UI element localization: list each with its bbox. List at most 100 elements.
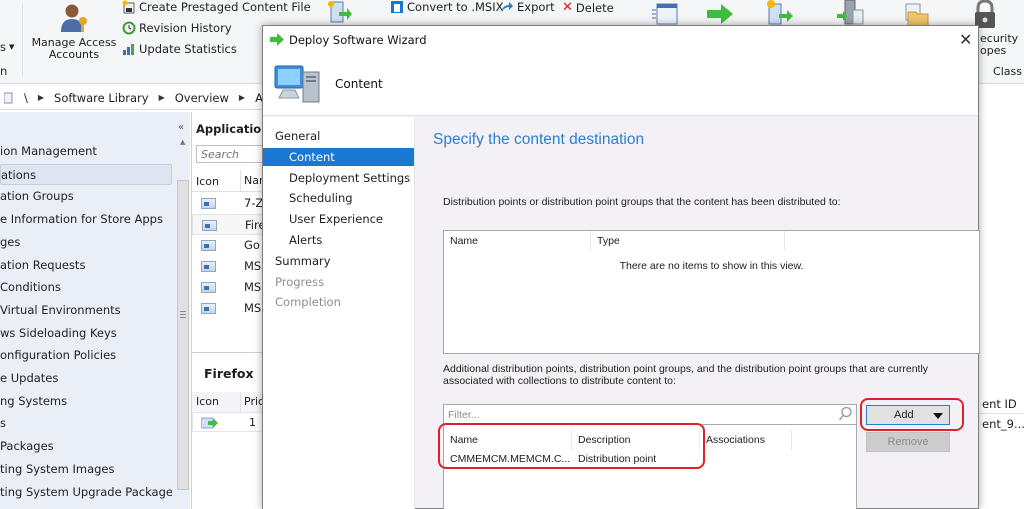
column-description-header[interactable]: Description xyxy=(572,430,700,450)
export-label: Export xyxy=(517,0,555,14)
column-name-header[interactable]: Name xyxy=(444,430,572,450)
breadcrumb-root[interactable]: \ xyxy=(24,91,28,105)
wizard-step-general[interactable]: General xyxy=(263,127,414,145)
nav-scrollbar[interactable] xyxy=(177,180,189,490)
manage-access-accounts-button[interactable]: Manage Access Accounts xyxy=(30,2,118,61)
wizard-step-deployment-settings[interactable]: Deployment Settings xyxy=(263,169,414,187)
application-row[interactable]: MS xyxy=(192,298,264,319)
filter-field[interactable] xyxy=(443,404,857,424)
application-row[interactable]: Fire xyxy=(192,214,266,235)
content-id-header-label: ent ID xyxy=(982,397,1017,411)
security-scopes-button[interactable]: ecurity opes xyxy=(980,33,1024,57)
server-migrate-icon[interactable] xyxy=(835,0,865,25)
nav-tree-item[interactable]: ation Requests xyxy=(0,255,172,276)
ribbon-group-classify-label: Class xyxy=(974,64,1024,82)
breadcrumb-arrow-icon[interactable]: ▶ xyxy=(159,93,165,102)
prestaged-content-icon xyxy=(122,0,135,14)
column-icon-header[interactable]: Icon xyxy=(196,175,219,188)
wizard-step-summary[interactable]: Summary xyxy=(263,252,414,270)
revision-history-button[interactable]: Revision History xyxy=(122,21,232,35)
application-row[interactable]: 7-Z xyxy=(192,193,264,214)
security-scopes-label-line2: opes xyxy=(980,44,1007,57)
distributed-to-list[interactable]: Name Type There are no items to show in … xyxy=(443,230,980,354)
add-button-label: Add xyxy=(894,409,914,421)
remove-button: Remove xyxy=(866,432,950,452)
nav-tree-item[interactable]: Virtual Environments xyxy=(0,300,172,321)
add-dropdown-button[interactable]: Add xyxy=(866,405,950,425)
right-pane-partial: ent ID ent_9... xyxy=(974,84,1024,509)
nav-tree-item[interactable]: e Updates xyxy=(0,368,172,389)
list-item[interactable]: CMMEMCM.MEMCM.C... Distribution point xyxy=(444,451,856,469)
deployment-row[interactable]: 1 xyxy=(192,412,264,432)
nav-tree-item[interactable]: ting System Upgrade Packages xyxy=(0,482,172,503)
breadcrumb-arrow-icon[interactable]: ▶ xyxy=(239,93,245,102)
nav-tree-item[interactable]: ges xyxy=(0,232,172,253)
application-icon xyxy=(201,261,216,272)
nav-tree-item[interactable]: ion Management xyxy=(0,141,172,162)
nav-tree-item[interactable]: ng Systems xyxy=(0,391,172,412)
search-icon[interactable] xyxy=(838,406,852,422)
nav-tree-item[interactable]: ations xyxy=(0,163,172,185)
detail-column-header: Icon Prio xyxy=(192,392,265,412)
column-associations-header[interactable]: Associations xyxy=(700,430,792,450)
column-name-header[interactable]: Name xyxy=(444,231,591,251)
applications-column-header: Icon Nar xyxy=(192,170,264,192)
detail-column-icon[interactable]: Icon xyxy=(196,395,219,408)
application-icon xyxy=(201,198,216,209)
nav-tree-item[interactable]: onfiguration Policies xyxy=(0,345,172,366)
ribbon-partial-dropdown[interactable]: s ▼ xyxy=(0,40,14,54)
nav-tree-item[interactable]: ting System Images xyxy=(0,459,172,480)
scroll-grip xyxy=(180,311,186,312)
update-statistics-button[interactable]: Update Statistics xyxy=(122,42,237,56)
create-prestaged-content-button[interactable]: Create Prestaged Content File xyxy=(122,0,311,14)
delete-label: Delete xyxy=(575,0,614,15)
statistics-icon xyxy=(123,44,134,55)
application-icon xyxy=(201,303,216,314)
application-name: MS xyxy=(244,259,262,273)
delete-button[interactable]: ✕ Delete xyxy=(562,0,614,15)
deploy-green-arrow-icon[interactable] xyxy=(705,2,735,26)
breadcrumb-overview[interactable]: Overview xyxy=(175,91,229,105)
close-icon[interactable]: ✕ xyxy=(959,30,972,49)
column-name-header[interactable]: Nar xyxy=(240,170,264,192)
wizard-green-arrow-icon xyxy=(270,33,284,46)
filter-input[interactable] xyxy=(448,407,828,422)
nav-tree-item[interactable]: Packages xyxy=(0,436,172,457)
content-id-header[interactable]: ent ID xyxy=(974,394,1024,414)
convert-msix-label: Convert to .MSIX xyxy=(407,0,504,14)
application-row[interactable]: Go xyxy=(192,235,264,256)
folder-documents-icon[interactable] xyxy=(900,2,930,26)
deploy-icon[interactable] xyxy=(325,0,353,24)
nav-tree-item[interactable]: Conditions xyxy=(0,277,172,298)
scroll-grip xyxy=(180,317,186,318)
wizard-step-user-experience[interactable]: User Experience xyxy=(263,210,414,228)
convert-msix-button[interactable]: Convert to .MSIX xyxy=(390,0,503,14)
nav-tree-item[interactable]: ws Sideloading Keys xyxy=(0,323,172,344)
wizard-step-alerts[interactable]: Alerts xyxy=(263,231,414,249)
properties-window-icon[interactable] xyxy=(650,2,680,26)
application-row[interactable]: MS xyxy=(192,277,264,298)
breadcrumb-software-library[interactable]: Software Library xyxy=(54,91,149,105)
wizard-step-scheduling[interactable]: Scheduling xyxy=(263,189,414,207)
collapse-pane-icon[interactable]: « xyxy=(178,122,184,133)
scroll-up-icon[interactable]: ▲ xyxy=(180,138,185,146)
breadcrumb-arrow-icon[interactable]: ▶ xyxy=(38,93,44,102)
additional-dp-list[interactable]: Name Description Associations CMMEMCM.ME… xyxy=(443,424,857,509)
wizard-step-content[interactable]: Content xyxy=(263,147,414,166)
application-name: MS xyxy=(244,280,262,294)
nav-tree-item[interactable]: e Information for Store Apps xyxy=(0,209,172,230)
application-row[interactable]: MS xyxy=(192,256,264,277)
distribute-content-icon[interactable] xyxy=(765,0,795,25)
applications-search-input[interactable] xyxy=(196,145,264,163)
additional-list-header: Name Description Associations xyxy=(444,430,856,450)
column-type-header[interactable]: Type xyxy=(591,231,785,251)
ribbon-separator xyxy=(22,4,23,76)
nav-tree-item[interactable]: ation Groups xyxy=(0,186,172,207)
console-root-icon[interactable] xyxy=(4,92,14,104)
computer-icon xyxy=(274,65,320,103)
export-button[interactable]: Export xyxy=(500,0,555,14)
dp-description-cell: Distribution point xyxy=(578,453,657,465)
nav-tree-item[interactable]: s xyxy=(0,413,172,434)
content-id-value: ent_9... xyxy=(982,417,1024,431)
pane-divider xyxy=(192,352,264,353)
